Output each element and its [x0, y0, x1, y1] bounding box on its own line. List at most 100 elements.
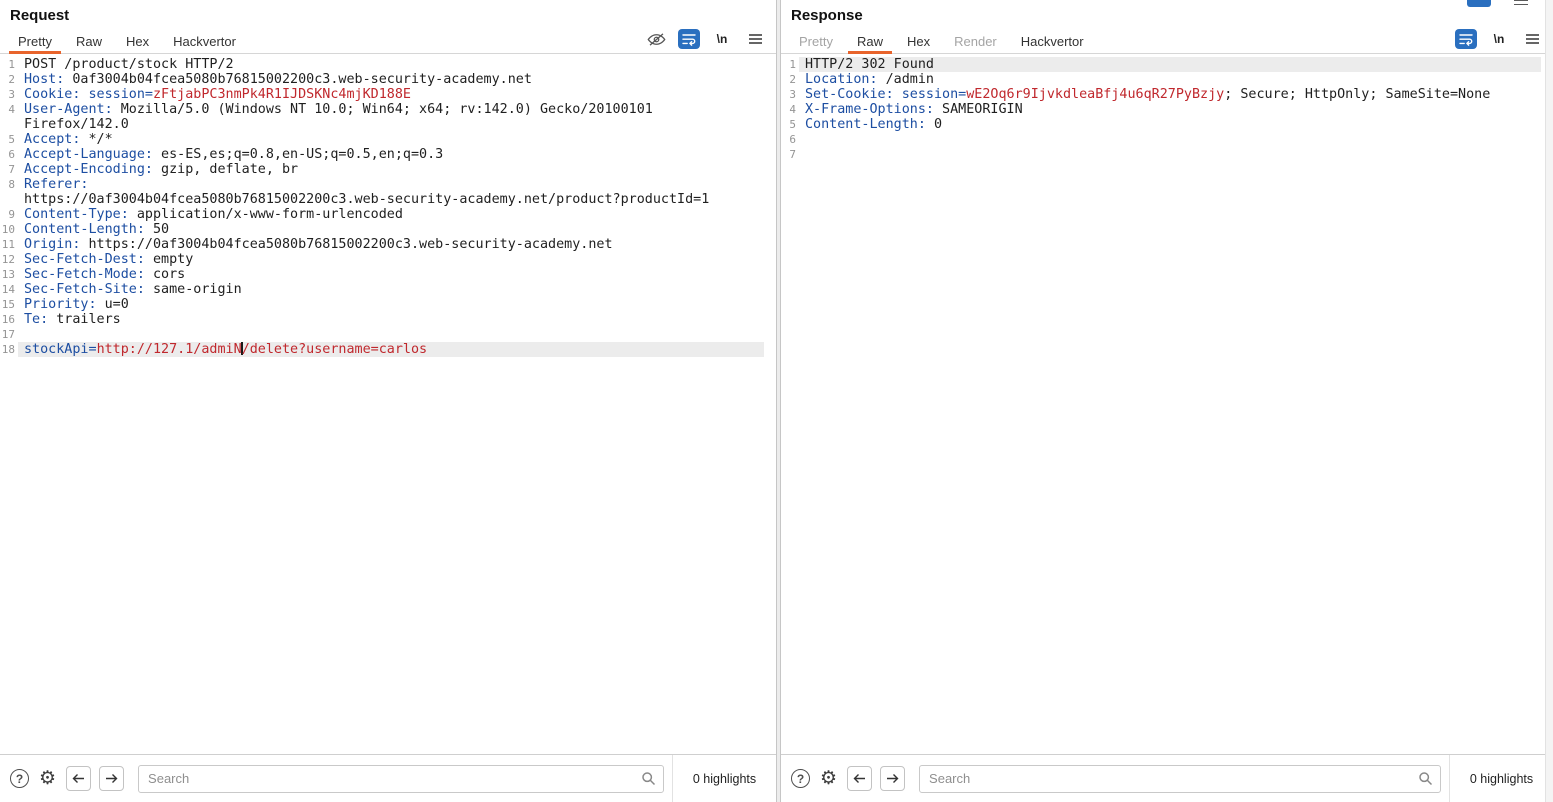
tab-raw[interactable]: Raw — [845, 28, 895, 54]
line-content: Content-Length: 0 — [805, 117, 943, 132]
line-content: Referer: — [24, 177, 89, 192]
code-line[interactable]: 9 Content-Type: application/x-www-form-ur… — [0, 207, 764, 222]
request-search-field — [138, 764, 664, 793]
code-line[interactable]: 18 stockApi=http://127.1/admiN/delete?use… — [0, 342, 764, 357]
line-content: Sec-Fetch-Mode: cors — [24, 267, 186, 282]
line-content: https://0af3004b04fcea5080b76815002200c3… — [24, 192, 710, 207]
response-search-bar: ? ⚙ 0 highlights — [781, 754, 1553, 802]
line-content: Set-Cookie: session=wE2Oq6r9IjvkdleaBfj4… — [805, 87, 1491, 102]
cropped-menu-icon — [1514, 0, 1528, 5]
search-icon — [641, 771, 656, 791]
help-icon[interactable]: ? — [791, 769, 810, 788]
search-input[interactable] — [919, 764, 1441, 793]
line-number: 6 — [8, 148, 15, 161]
search-input[interactable] — [138, 764, 664, 793]
code-line[interactable]: 8 Referer: — [0, 177, 764, 192]
code-line: 2 Location: /admin — [781, 72, 1541, 87]
line-content — [799, 147, 1541, 162]
request-title: Request — [10, 7, 70, 24]
code-line[interactable]: 11 Origin: https://0af3004b04fcea5080b768… — [0, 237, 764, 252]
line-content: Location: /admin — [805, 72, 934, 87]
code-line[interactable]: 16 Te: trailers — [0, 312, 764, 327]
newline-toggle-icon[interactable]: \n — [711, 29, 733, 49]
response-tab-bar: Pretty Raw Hex Render Hackvertor \n — [781, 28, 1553, 54]
editor-menu-icon[interactable] — [1521, 29, 1543, 49]
line-content: Sec-Fetch-Site: same-origin — [24, 282, 242, 297]
cropped-toolbar-button — [1467, 0, 1491, 7]
tab-hackvertor[interactable]: Hackvertor — [161, 28, 248, 53]
code-line: 7 — [781, 147, 1541, 162]
code-line[interactable]: 2 Host: 0af3004b04fcea5080b76815002200c3.… — [0, 72, 764, 87]
search-next-button[interactable] — [880, 766, 906, 791]
code-line[interactable]: 15 Priority: u=0 — [0, 297, 764, 312]
code-line[interactable]: 6 Accept-Language: es-ES,es;q=0.8,en-US;q… — [0, 147, 764, 162]
help-icon[interactable]: ? — [10, 769, 29, 788]
line-content: Te: trailers — [24, 312, 121, 327]
line-number: 2 — [789, 73, 796, 86]
word-wrap-toggle-icon[interactable] — [678, 29, 700, 49]
response-title: Response — [791, 7, 863, 24]
line-content: Accept: */* — [24, 132, 113, 147]
code-line[interactable]: https://0af3004b04fcea5080b76815002200c3… — [0, 192, 764, 207]
tab-hackvertor[interactable]: Hackvertor — [1009, 28, 1096, 53]
line-number: 16 — [1, 313, 15, 326]
response-viewer[interactable]: 1 HTTP/2 302 Found 2 Location: /admin 3 Set-C… — [781, 54, 1553, 754]
tab-render: Render — [954, 34, 997, 49]
settings-gear-icon[interactable]: ⚙ — [820, 769, 837, 788]
line-number: 12 — [1, 253, 15, 266]
line-number: 13 — [1, 268, 15, 281]
code-line[interactable]: 7 Accept-Encoding: gzip, deflate, br — [0, 162, 764, 177]
line-content: Host: 0af3004b04fcea5080b76815002200c3.w… — [24, 72, 532, 87]
code-line: 6 — [781, 132, 1541, 147]
settings-gear-icon[interactable]: ⚙ — [39, 769, 56, 788]
request-editor[interactable]: 1 POST /product/stock HTTP/2 2 Host: 0af300… — [0, 54, 776, 754]
editor-menu-icon[interactable] — [744, 29, 766, 49]
line-number: 14 — [1, 283, 15, 296]
hide-highlighting-eye-icon[interactable] — [645, 29, 667, 49]
code-line[interactable]: 4 User-Agent: Mozilla/5.0 (Windows NT 10.… — [0, 102, 764, 117]
line-content: User-Agent: Mozilla/5.0 (Windows NT 10.0… — [24, 102, 653, 117]
request-editor-icons: \n — [645, 29, 766, 53]
search-previous-button[interactable] — [66, 766, 92, 791]
line-number: 1 — [8, 58, 15, 71]
search-previous-button[interactable] — [847, 766, 873, 791]
line-content: Firefox/142.0 — [24, 117, 129, 132]
line-number: 11 — [1, 238, 15, 251]
code-line[interactable]: 10 Content-Length: 50 — [0, 222, 764, 237]
code-line[interactable]: 12 Sec-Fetch-Dest: empty — [0, 252, 764, 267]
search-icon — [1418, 771, 1433, 791]
code-line: 3 Set-Cookie: session=wE2Oq6r9IjvkdleaBfj… — [781, 87, 1541, 102]
tab-pretty[interactable]: Pretty — [6, 28, 64, 54]
tab-hex[interactable]: Hex — [114, 28, 161, 53]
code-line[interactable]: 3 Cookie: session=zFtjabPC3nmPk4R1IJDSKNc… — [0, 87, 764, 102]
code-line[interactable]: Firefox/142.0 — [0, 117, 764, 132]
line-number: 4 — [8, 103, 15, 116]
line-number: 7 — [8, 163, 15, 176]
newline-toggle-icon[interactable]: \n — [1488, 29, 1510, 49]
code-line[interactable]: 14 Sec-Fetch-Site: same-origin — [0, 282, 764, 297]
code-line[interactable]: 5 Accept: */* — [0, 132, 764, 147]
line-content: Sec-Fetch-Dest: empty — [24, 252, 194, 267]
line-content — [18, 327, 764, 342]
tab-pretty: Pretty — [799, 34, 833, 49]
line-number — [0, 117, 18, 132]
line-content: stockApi=http://127.1/admiN/delete?usern… — [18, 342, 764, 357]
request-panel: Request Pretty Raw Hex Hackvertor \n 1 P… — [0, 0, 776, 802]
code-line[interactable]: 1 POST /product/stock HTTP/2 — [0, 57, 764, 72]
line-number: 5 — [8, 133, 15, 146]
line-number: 8 — [8, 178, 15, 191]
request-tab-bar: Pretty Raw Hex Hackvertor \n — [0, 28, 776, 54]
response-editor-icons: \n — [1455, 29, 1543, 53]
window-scrollbar[interactable] — [1545, 0, 1553, 802]
tab-hex[interactable]: Hex — [895, 28, 942, 53]
line-content: Priority: u=0 — [24, 297, 129, 312]
line-number: 15 — [1, 298, 15, 311]
line-content: Content-Type: application/x-www-form-url… — [24, 207, 403, 222]
tab-raw[interactable]: Raw — [64, 28, 114, 53]
code-line[interactable]: 17 — [0, 327, 764, 342]
word-wrap-toggle-icon[interactable] — [1455, 29, 1477, 49]
line-number — [0, 192, 18, 207]
code-line[interactable]: 13 Sec-Fetch-Mode: cors — [0, 267, 764, 282]
line-number: 3 — [8, 88, 15, 101]
search-next-button[interactable] — [99, 766, 125, 791]
